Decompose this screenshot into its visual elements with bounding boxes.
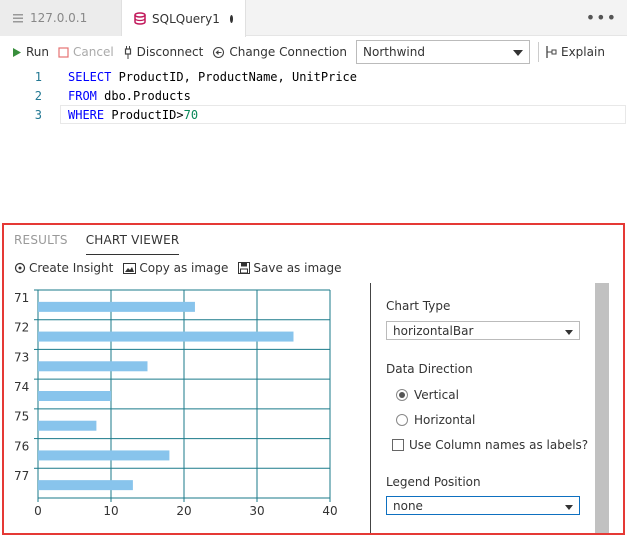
plug-icon <box>123 45 133 59</box>
sql-keyword: SELECT <box>68 69 112 84</box>
tab-label: SQLQuery1 <box>152 11 220 26</box>
chevron-down-icon <box>513 45 523 59</box>
x-tick-label: 20 <box>176 504 191 518</box>
horizontal-bar-chart: 0 10 20 30 40 71 72 73 74 75 76 77 <box>14 289 338 518</box>
y-tick-label: 76 <box>14 439 29 453</box>
save-as-image-button[interactable]: Save as image <box>238 261 342 275</box>
options-scrollbar[interactable] <box>595 283 609 533</box>
play-icon <box>12 47 22 58</box>
bar <box>38 480 133 491</box>
code-text: FROM dbo.Products <box>68 89 191 103</box>
database-select[interactable]: Northwind <box>356 40 530 64</box>
tab-results[interactable]: RESULTS <box>14 233 68 255</box>
query-editor[interactable]: 1 SELECT ProductID, ProductName, UnitPri… <box>0 67 627 222</box>
y-tick-label: 74 <box>14 380 29 394</box>
checkbox-icon <box>392 439 404 451</box>
change-connection-button[interactable]: Change Connection <box>212 45 347 59</box>
bar <box>38 301 195 312</box>
more-actions-icon[interactable]: ••• <box>586 8 617 27</box>
radio-selected-icon <box>396 389 408 401</box>
y-tick-label: 72 <box>14 321 29 335</box>
explain-icon <box>545 46 557 58</box>
data-direction-label: Data Direction <box>386 362 473 376</box>
chart-actions: Create Insight Copy as image Save as ima… <box>14 261 352 275</box>
results-tabs: RESULTS CHART VIEWER <box>14 233 197 255</box>
chevron-down-icon <box>565 499 573 513</box>
sql-text: dbo.Products <box>96 88 191 103</box>
y-tick-label: 77 <box>14 469 29 483</box>
chevron-down-icon <box>565 324 573 338</box>
sql-text: ProductID, ProductName, UnitPrice <box>111 69 357 84</box>
x-tick-label: 10 <box>103 504 118 518</box>
stop-icon <box>58 46 69 58</box>
server-icon <box>12 12 24 24</box>
legend-position-label: Legend Position <box>386 475 481 489</box>
code-text: SELECT ProductID, ProductName, UnitPrice <box>68 70 357 84</box>
tab-label: 127.0.0.1 <box>30 11 88 25</box>
legend-position-select[interactable]: none <box>386 496 580 515</box>
tab-server[interactable]: 127.0.0.1 <box>0 0 122 36</box>
bar <box>38 391 111 401</box>
line-number: 3 <box>34 107 42 122</box>
tab-chart-viewer[interactable]: CHART VIEWER <box>85 233 180 255</box>
run-button[interactable]: Run <box>12 45 49 59</box>
horizontal-radio[interactable]: Horizontal <box>396 413 475 427</box>
x-tick-label: 40 <box>322 504 337 518</box>
y-tick-label: 71 <box>14 291 29 305</box>
results-panel: RESULTS CHART VIEWER Create Insight Copy… <box>2 223 625 535</box>
bar <box>38 361 148 372</box>
use-column-names-checkbox[interactable]: Use Column names as labels? <box>392 438 588 452</box>
y-tick-label: 75 <box>14 410 29 424</box>
connection-icon <box>212 46 225 59</box>
vertical-radio[interactable]: Vertical <box>396 388 459 402</box>
editor-line: 1 SELECT ProductID, ProductName, UnitPri… <box>0 67 627 86</box>
explain-button[interactable]: Explain <box>545 45 605 59</box>
editor-line: 2 FROM dbo.Products <box>0 86 627 105</box>
image-icon <box>123 262 137 274</box>
query-toolbar: Run Cancel Disconnect Change Connection … <box>0 37 627 67</box>
y-tick-label: 73 <box>14 350 29 364</box>
cancel-button[interactable]: Cancel <box>58 45 114 59</box>
line-number: 1 <box>34 69 42 84</box>
bar <box>38 420 97 431</box>
chart-type-label: Chart Type <box>386 299 451 313</box>
sql-keyword: FROM <box>68 88 97 103</box>
create-insight-button[interactable]: Create Insight <box>14 261 113 275</box>
database-icon <box>134 12 146 25</box>
line-number: 2 <box>34 88 42 103</box>
x-tick-label: 0 <box>34 504 42 518</box>
bar <box>38 450 170 461</box>
save-icon <box>238 262 251 274</box>
current-line-highlight <box>60 105 626 124</box>
x-tick-label: 30 <box>249 504 264 518</box>
disconnect-button[interactable]: Disconnect <box>123 45 203 59</box>
radio-icon <box>396 414 408 426</box>
unsaved-dot-icon[interactable] <box>229 14 233 23</box>
bar <box>38 331 294 342</box>
toolbar-divider <box>538 42 539 62</box>
insight-icon <box>14 262 26 274</box>
tab-sqlquery[interactable]: SQLQuery1 <box>122 0 246 37</box>
chart-type-select[interactable]: horizontalBar <box>386 321 580 340</box>
tab-bar: 127.0.0.1 SQLQuery1 ••• <box>0 0 627 37</box>
chart-options-divider <box>370 283 371 533</box>
copy-as-image-button[interactable]: Copy as image <box>123 261 228 275</box>
